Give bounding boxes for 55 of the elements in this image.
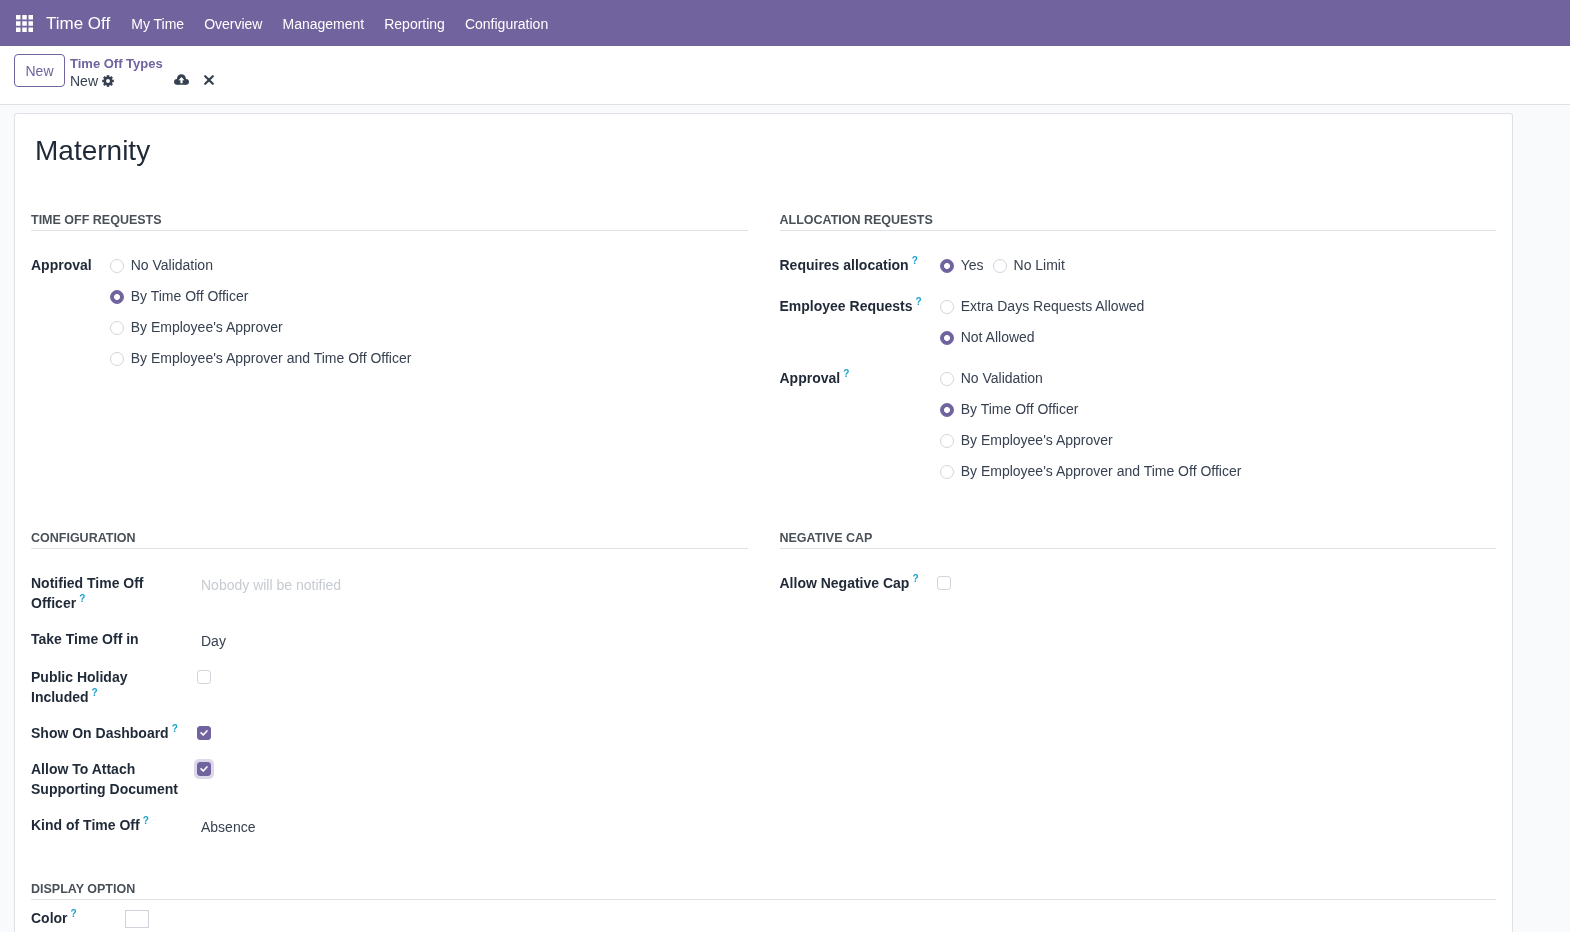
field-label: Show On Dashboard $^{?}$ bbox=[31, 725, 178, 741]
checkbox[interactable] bbox=[197, 726, 211, 740]
field-label: Notified Time Off Officer $^{?}$ bbox=[31, 575, 144, 611]
field-label: Employee Requests $^{?}$ bbox=[779, 298, 922, 314]
color-picker-field[interactable] bbox=[125, 910, 149, 928]
select-field[interactable]: Absence bbox=[197, 817, 260, 837]
record-name: New bbox=[70, 72, 98, 90]
radio-label[interactable]: By Employee's Approver and Time Off Officer bbox=[960, 461, 1242, 482]
select-field[interactable]: Day bbox=[197, 631, 230, 651]
field-label: Allow Negative Cap $^{?}$ bbox=[779, 575, 919, 591]
breadcrumb-link[interactable]: Time Off Types bbox=[70, 56, 163, 72]
radio-label[interactable]: No Validation bbox=[130, 255, 213, 276]
radio-label[interactable]: By Time Off Officer bbox=[130, 286, 249, 307]
radio-label[interactable]: Extra Days Requests Allowed bbox=[960, 296, 1145, 317]
field-label: Allow To Attach Supporting Document bbox=[31, 761, 178, 797]
field-label: Take Time Off in bbox=[31, 631, 139, 647]
close-icon[interactable] bbox=[203, 74, 214, 85]
menu-item[interactable]: Reporting bbox=[374, 14, 455, 34]
checkbox[interactable] bbox=[194, 759, 214, 779]
radio-label[interactable]: By Time Off Officer bbox=[960, 399, 1079, 420]
new-button[interactable]: New bbox=[14, 54, 65, 87]
field-label: Approval bbox=[31, 257, 92, 273]
radio-button[interactable] bbox=[939, 402, 954, 417]
checkmark-icon bbox=[200, 730, 208, 736]
menu-item[interactable]: Management bbox=[272, 14, 375, 34]
record-title[interactable]: Maternity bbox=[35, 134, 151, 168]
input-field[interactable]: Nobody will be notified bbox=[197, 575, 377, 596]
apps-grid-icon[interactable] bbox=[16, 14, 33, 32]
field-label: Public Holiday Included $^{?}$ bbox=[31, 669, 128, 705]
field-label: Kind of Time Off $^{?}$ bbox=[31, 817, 149, 833]
app-name[interactable]: Time Off bbox=[46, 13, 111, 35]
menu-item[interactable]: Overview bbox=[194, 14, 273, 34]
radio-label[interactable]: Yes bbox=[960, 255, 984, 276]
section-heading: ALLOCATION REQUESTS bbox=[779, 212, 1496, 231]
checkmark-icon bbox=[200, 766, 208, 772]
section-heading: NEGATIVE CAP bbox=[779, 530, 1496, 549]
radio-label[interactable]: By Employee's Approver and Time Off Officer bbox=[130, 348, 412, 369]
menu-item[interactable]: My Time bbox=[121, 14, 195, 34]
radio-label[interactable]: By Employee's Approver bbox=[960, 430, 1113, 451]
field-label: Approval $^{?}$ bbox=[779, 370, 850, 386]
section-heading: DISPLAY OPTION bbox=[31, 881, 1496, 900]
field-label: Requires allocation $^{?}$ bbox=[779, 257, 918, 273]
radio-button[interactable] bbox=[109, 289, 124, 304]
cloud-upload-icon[interactable] bbox=[173, 74, 189, 85]
radio-label[interactable]: Not Allowed bbox=[960, 327, 1035, 348]
gear-icon[interactable] bbox=[102, 75, 114, 87]
section-heading: CONFIGURATION bbox=[31, 530, 748, 549]
radio-label[interactable]: No Limit bbox=[1013, 255, 1065, 276]
section-heading: TIME OFF REQUESTS bbox=[31, 212, 748, 231]
radio-label[interactable]: No Validation bbox=[960, 368, 1043, 389]
radio-button[interactable] bbox=[939, 258, 954, 273]
radio-label[interactable]: By Employee's Approver bbox=[130, 317, 283, 338]
radio-button[interactable] bbox=[939, 330, 954, 345]
menu-item[interactable]: Configuration bbox=[454, 14, 559, 34]
field-label: Color $^{?}$ bbox=[31, 910, 77, 926]
